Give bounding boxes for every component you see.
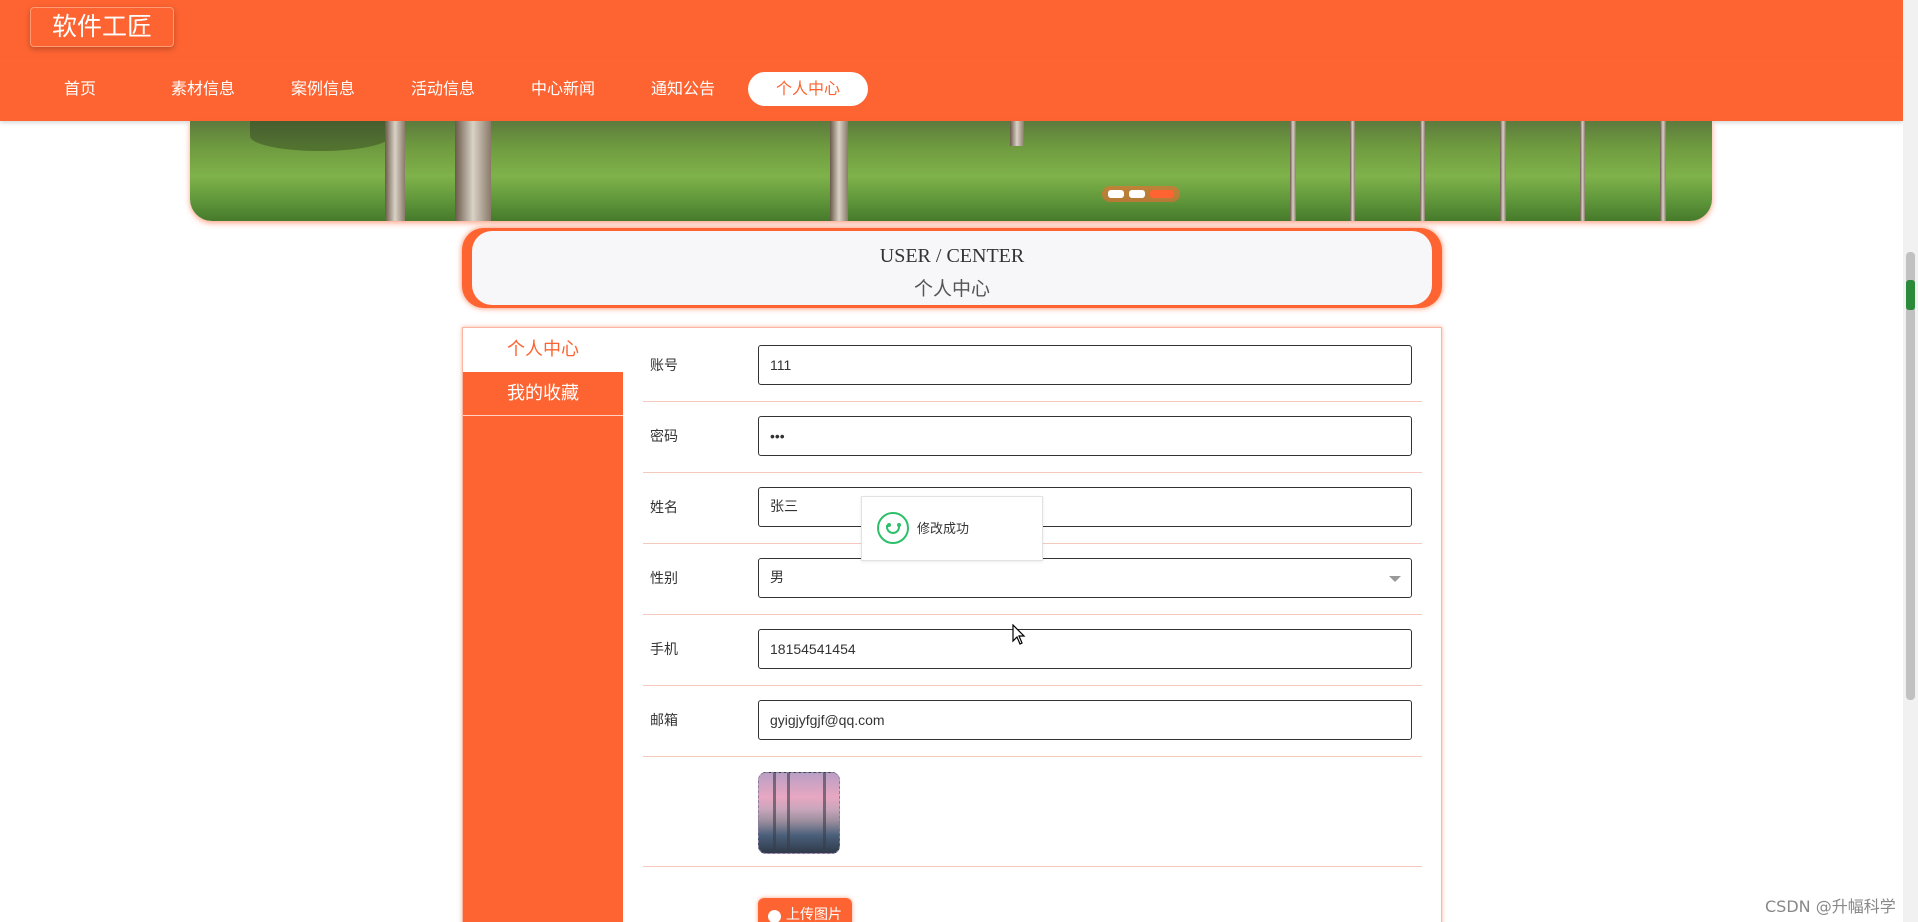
carousel-dot-3[interactable] (1150, 190, 1174, 198)
smile-icon (877, 512, 909, 544)
banner-tree (1420, 121, 1425, 221)
scrollbar-thumb[interactable] (1906, 252, 1915, 700)
toast-message: 修改成功 (917, 522, 970, 537)
form-row-phone: 手机 18154541454 (643, 615, 1422, 686)
banner-tree (1660, 121, 1666, 221)
banner-tree (1580, 121, 1585, 221)
section-title-en: USER / CENTER (879, 245, 1025, 267)
success-toast: 修改成功 (861, 496, 1043, 561)
account-input[interactable]: 111 (758, 345, 1412, 385)
page-scrollbar[interactable] (1903, 0, 1918, 922)
smile-mouth (886, 525, 900, 534)
nav-materials[interactable]: 素材信息 (163, 72, 243, 106)
carousel-indicators (1102, 186, 1180, 202)
banner-tree (385, 121, 405, 221)
watermark: CSDN @升幅科学 (1765, 897, 1896, 916)
gender-selected-value: 男 (770, 570, 784, 586)
nav-activities[interactable]: 活动信息 (403, 72, 483, 106)
banner-shade (250, 121, 390, 151)
sidebar: 个人中心 我的收藏 (463, 328, 623, 922)
phone-input[interactable]: 18154541454 (758, 629, 1412, 669)
main-nav: 首页 素材信息 案例信息 活动信息 中心新闻 通知公告 个人中心 (0, 58, 1903, 121)
form-row-email: 邮箱 gyigjyfgjf@qq.com (643, 686, 1422, 757)
gender-select[interactable]: 男 (758, 558, 1412, 598)
mouse-cursor-icon (1012, 623, 1026, 646)
avatar-detail (823, 773, 826, 853)
name-label: 姓名 (650, 500, 678, 516)
banner-tree (1350, 121, 1355, 221)
password-input[interactable]: ••• (758, 416, 1412, 456)
banner-tree (1290, 121, 1296, 221)
upload-image-button[interactable]: 上传图片 (758, 898, 852, 922)
banner-carousel (190, 121, 1712, 221)
section-title-box: USER / CENTER 个人中心 (462, 228, 1442, 308)
name-input[interactable]: 张三 (758, 487, 1412, 527)
nav-cases[interactable]: 案例信息 (283, 72, 363, 106)
email-input[interactable]: gyigjyfgjf@qq.com (758, 700, 1412, 740)
account-label: 账号 (650, 358, 678, 374)
section-title-inner: USER / CENTER 个人中心 (472, 231, 1432, 305)
nav-news[interactable]: 中心新闻 (523, 72, 603, 106)
carousel-dot-2[interactable] (1129, 190, 1145, 198)
banner-tree (455, 121, 491, 221)
site-logo[interactable]: 软件工匠 (30, 7, 174, 47)
sidebar-item-favorites[interactable]: 我的收藏 (463, 372, 623, 416)
banner-tree (830, 121, 848, 221)
top-header: 软件工匠 (0, 0, 1903, 58)
form-row-password: 密码 ••• (643, 402, 1422, 473)
nav-user-center[interactable]: 个人中心 (748, 72, 868, 106)
upload-icon (768, 910, 781, 922)
form-row-account: 账号 111 (643, 331, 1422, 402)
nav-notices[interactable]: 通知公告 (643, 72, 723, 106)
upload-image-label: 上传图片 (786, 907, 842, 922)
banner-tree (1500, 121, 1506, 221)
section-title-cn: 个人中心 (913, 278, 990, 300)
gender-label: 性别 (650, 571, 678, 587)
form-row-avatar (643, 757, 1422, 867)
avatar-image[interactable] (758, 772, 840, 854)
sidebar-item-user-center[interactable]: 个人中心 (463, 328, 623, 372)
scroll-indicator (1906, 280, 1915, 310)
avatar-detail (787, 773, 790, 853)
carousel-dot-1[interactable] (1108, 190, 1124, 198)
avatar-detail (773, 773, 776, 853)
nav-home[interactable]: 首页 (50, 72, 110, 106)
phone-label: 手机 (650, 642, 678, 658)
chevron-down-icon[interactable] (1389, 576, 1401, 582)
banner-tree (1010, 121, 1024, 146)
user-center-card: 个人中心 我的收藏 账号 111 密码 ••• 姓名 张三 性别 男 手机 18… (462, 327, 1442, 922)
password-label: 密码 (650, 429, 678, 445)
email-label: 邮箱 (650, 713, 678, 729)
